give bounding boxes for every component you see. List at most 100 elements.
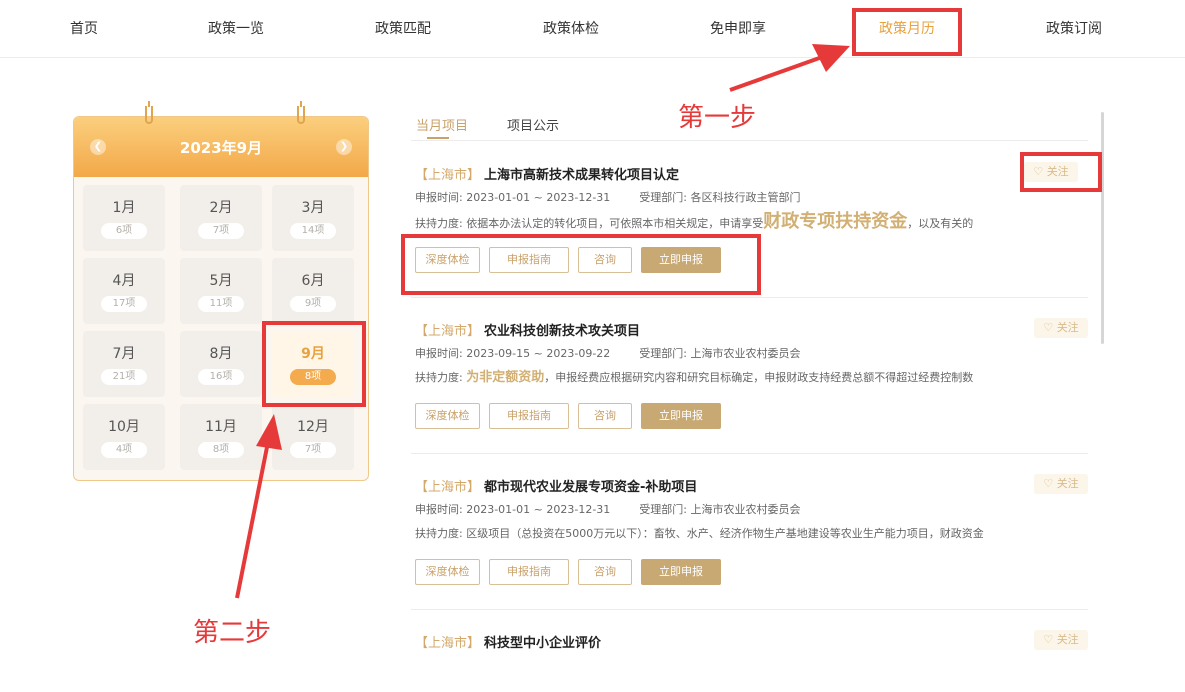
project-title-row: 【上海市】 农业科技创新技术攻关项目 [415, 320, 640, 339]
dept-value: 上海市农业农村委员会 [690, 503, 801, 516]
month-count: 7项 [198, 223, 244, 239]
annotation-box-follow [1020, 152, 1102, 192]
calendar-ring-icon [297, 101, 305, 124]
follow-label: 关注 [1056, 633, 1079, 646]
chevron-right-icon[interactable]: ❯ [336, 139, 352, 155]
month-name: 8月 [209, 346, 233, 362]
project-item: 【上海市】 科技型中小企业评价 ♡ 关注 [411, 630, 1088, 662]
month-count: 7项 [290, 442, 336, 458]
month-name: 2月 [209, 200, 233, 216]
annotation-step-one: 第一步 [678, 103, 757, 133]
apply-time-value: 2023-01-01 ~ 2023-12-31 [466, 503, 611, 516]
support-highlight: 为非定额资助 [466, 370, 545, 385]
consult-button[interactable]: 咨询 [578, 403, 632, 429]
month-cell-apr[interactable]: 4月 17项 [83, 258, 165, 324]
project-title-row: 【上海市】 上海市高新技术成果转化项目认定 [415, 164, 679, 183]
month-cell-jul[interactable]: 7月 21项 [83, 331, 165, 397]
nav-item-policy-match[interactable]: 政策匹配 [375, 18, 431, 38]
apply-guide-button[interactable]: 申报指南 [489, 559, 569, 585]
apply-time-value: 2023-01-01 ~ 2023-12-31 [466, 191, 611, 204]
tab-divider [411, 140, 1088, 141]
calendar-ring-icon [145, 101, 153, 124]
tab-active-underline [427, 137, 449, 139]
support-text: 依据本办法认定的转化项目，可依照本市相关规定，申请享受 [466, 217, 764, 230]
project-meta: 申报时间: 2023-01-01 ~ 2023-12-31 受理部门: 上海市农… [415, 501, 801, 517]
dept-label: 受理部门: [639, 191, 688, 204]
month-name: 3月 [301, 200, 325, 216]
month-cell-jun[interactable]: 6月 9项 [272, 258, 354, 324]
top-nav: 首页 政策一览 政策匹配 政策体检 免申即享 政策月历 政策订阅 [0, 0, 1185, 58]
tab-current-month[interactable]: 当月项目 [416, 115, 468, 134]
project-region: 【上海市】 [415, 324, 481, 339]
follow-button[interactable]: ♡ 关注 [1034, 630, 1088, 650]
follow-button[interactable]: ♡ 关注 [1034, 474, 1088, 494]
month-cell-dec[interactable]: 12月 7项 [272, 404, 354, 470]
project-meta: 申报时间: 2023-09-15 ~ 2023-09-22 受理部门: 上海市农… [415, 345, 801, 361]
apply-now-button[interactable]: 立即申报 [641, 403, 721, 429]
heart-icon: ♡ [1043, 477, 1054, 490]
scrollbar[interactable] [1101, 112, 1104, 344]
month-cell-may[interactable]: 5月 11项 [180, 258, 262, 324]
month-name: 6月 [301, 273, 325, 289]
annotation-box-calendar-nav [852, 8, 962, 56]
project-name[interactable]: 都市现代农业发展专项资金-补助项目 [484, 480, 697, 495]
month-cell-feb[interactable]: 2月 7项 [180, 185, 262, 251]
month-cell-mar[interactable]: 3月 14项 [272, 185, 354, 251]
month-name: 10月 [108, 419, 140, 435]
project-item: 【上海市】 农业科技创新技术攻关项目 ♡ 关注 申报时间: 2023-09-15 … [411, 318, 1088, 450]
dept-value: 各区科技行政主管部门 [690, 191, 801, 204]
deep-check-button[interactable]: 深度体检 [415, 559, 480, 585]
action-buttons: 深度体检 申报指南 咨询 立即申报 [415, 559, 730, 585]
month-name: 11月 [205, 419, 237, 435]
consult-button[interactable]: 咨询 [578, 559, 632, 585]
month-count: 17项 [101, 296, 147, 312]
month-cell-aug[interactable]: 8月 16项 [180, 331, 262, 397]
month-count: 16项 [198, 369, 244, 385]
month-count: 9项 [290, 296, 336, 312]
follow-label: 关注 [1056, 321, 1079, 334]
month-count: 14项 [290, 223, 336, 239]
deep-check-button[interactable]: 深度体检 [415, 403, 480, 429]
project-region: 【上海市】 [415, 480, 481, 495]
month-cell-nov[interactable]: 11月 8项 [180, 404, 262, 470]
project-name[interactable]: 科技型中小企业评价 [484, 636, 601, 651]
apply-now-button[interactable]: 立即申报 [641, 559, 721, 585]
divider [411, 453, 1088, 454]
month-name: 4月 [112, 273, 136, 289]
follow-button[interactable]: ♡ 关注 [1034, 318, 1088, 338]
heart-icon: ♡ [1043, 633, 1054, 646]
follow-label: 关注 [1056, 477, 1079, 490]
nav-item-exempt-apply[interactable]: 免申即享 [710, 18, 766, 38]
calendar-title: 2023年9月 [179, 139, 263, 157]
month-count: 11项 [198, 296, 244, 312]
annotation-box-september [262, 321, 366, 407]
calendar-header: ❮ 2023年9月 ❯ [74, 117, 368, 177]
nav-item-policy-list[interactable]: 政策一览 [208, 18, 264, 38]
dept-value: 上海市农业农村委员会 [690, 347, 801, 360]
tab-project-notice[interactable]: 项目公示 [507, 115, 559, 134]
month-count: 6项 [101, 223, 147, 239]
action-buttons: 深度体检 申报指南 咨询 立即申报 [415, 403, 730, 429]
month-cell-oct[interactable]: 10月 4项 [83, 404, 165, 470]
divider [411, 609, 1088, 610]
project-title-row: 【上海市】 都市现代农业发展专项资金-补助项目 [415, 476, 697, 495]
dept-label: 受理部门: [639, 347, 688, 360]
nav-item-policy-check[interactable]: 政策体检 [543, 18, 599, 38]
nav-item-home[interactable]: 首页 [70, 18, 98, 38]
nav-item-policy-subscribe[interactable]: 政策订阅 [1046, 18, 1102, 38]
month-cell-jan[interactable]: 1月 6项 [83, 185, 165, 251]
dept-label: 受理部门: [639, 503, 688, 516]
project-support: 扶持力度: 依据本办法认定的转化项目，可依照本市相关规定，申请享受财政专项扶持资… [415, 210, 1083, 234]
project-name[interactable]: 上海市高新技术成果转化项目认定 [484, 168, 679, 183]
project-name[interactable]: 农业科技创新技术攻关项目 [484, 324, 640, 339]
apply-time-value: 2023-09-15 ~ 2023-09-22 [466, 347, 611, 360]
apply-guide-button[interactable]: 申报指南 [489, 403, 569, 429]
project-region: 【上海市】 [415, 168, 481, 183]
apply-time-label: 申报时间: [415, 503, 463, 516]
annotation-step-two: 第二步 [193, 618, 272, 648]
project-support: 扶持力度: 区级项目（总投资在5000万元以下）：畜牧、水产、经济作物生产基地建… [415, 522, 1083, 546]
apply-time-label: 申报时间: [415, 347, 463, 360]
support-text-tail: ，以及有关的 [907, 217, 974, 230]
project-title-row: 【上海市】 科技型中小企业评价 [415, 632, 601, 651]
project-support: 扶持力度: 为非定额资助，申报经费应根据研究内容和研究目标确定，申报财政支持经费… [415, 366, 1083, 390]
